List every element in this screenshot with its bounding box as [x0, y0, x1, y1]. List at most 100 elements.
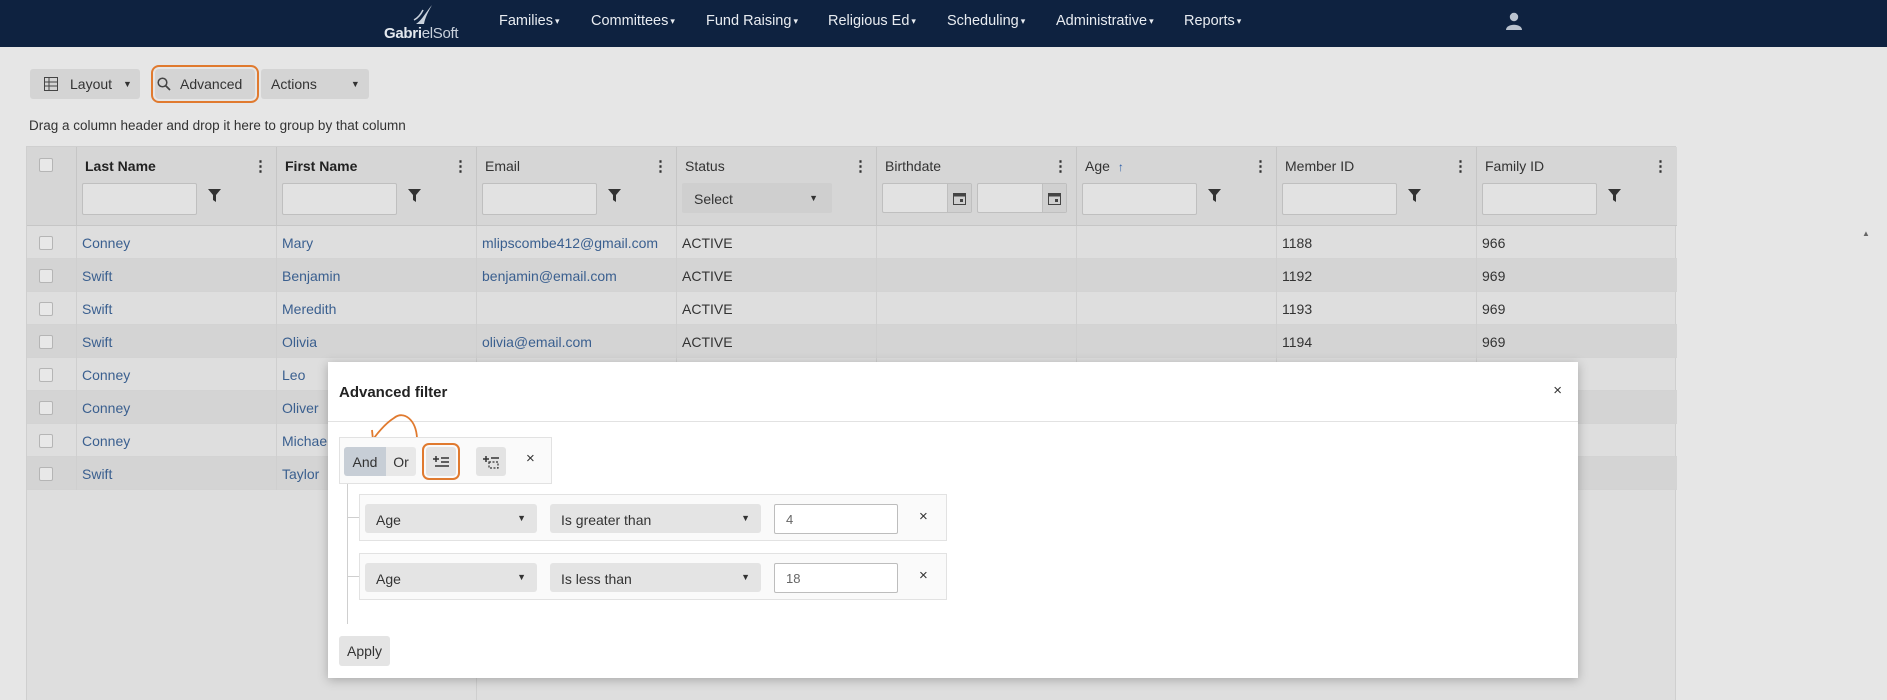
first-name-cell[interactable]: Meredith — [282, 301, 336, 317]
first-name-cell[interactable]: Olivia — [282, 334, 317, 350]
nav-families[interactable]: Families ▾ — [499, 13, 560, 29]
gabrielsoft-logo[interactable]: GabrielSoft — [384, 4, 468, 42]
first-name-filter-input[interactable] — [282, 183, 397, 215]
user-icon[interactable] — [1504, 11, 1524, 31]
row-checkbox[interactable] — [39, 302, 53, 316]
age-filter-input[interactable] — [1082, 183, 1197, 215]
column-menu-icon[interactable]: ⋮ — [653, 157, 668, 175]
last-name-cell[interactable]: Swift — [82, 466, 112, 482]
remove-condition-icon[interactable]: × — [919, 508, 928, 525]
advanced-button[interactable]: Advanced — [151, 65, 259, 103]
nav-fund-raising[interactable]: Fund Raising ▾ — [706, 13, 798, 29]
logic-or-toggle[interactable]: Or — [386, 447, 416, 476]
email-cell[interactable]: mlipscombe412@gmail.com — [482, 235, 658, 251]
add-group-button[interactable] — [476, 447, 506, 476]
last-name-cell[interactable]: Swift — [82, 268, 112, 284]
sort-ascending-icon[interactable]: ↑ — [1118, 160, 1124, 174]
last-name-cell[interactable]: Swift — [82, 301, 112, 317]
column-menu-icon[interactable]: ⋮ — [853, 157, 868, 175]
email-cell[interactable]: olivia@email.com — [482, 334, 592, 350]
nav-administrative[interactable]: Administrative ▾ — [1056, 13, 1154, 29]
remove-group-icon[interactable]: × — [526, 450, 535, 467]
birthdate-to-input[interactable] — [977, 183, 1067, 213]
nav-scheduling[interactable]: Scheduling ▾ — [947, 13, 1025, 29]
filter-icon[interactable] — [1408, 189, 1421, 202]
column-age[interactable]: Age ↑ ⋮ — [1076, 147, 1276, 226]
field-select[interactable]: Age ▼ — [365, 504, 537, 533]
column-last-name[interactable]: Last Name ⋮ — [76, 147, 276, 226]
column-menu-icon[interactable]: ⋮ — [1453, 157, 1468, 175]
last-name-cell[interactable]: Conney — [82, 235, 130, 251]
filter-icon[interactable] — [208, 189, 221, 202]
logic-and-toggle[interactable]: And — [344, 447, 386, 476]
field-select[interactable]: Age ▼ — [365, 563, 537, 592]
member-id-cell: 1188 — [1282, 235, 1313, 251]
member-id-filter-input[interactable] — [1282, 183, 1397, 215]
chevron-down-icon: ▼ — [517, 572, 526, 582]
column-first-name[interactable]: First Name ⋮ — [276, 147, 476, 226]
actions-button[interactable]: Actions ▼ — [261, 69, 369, 99]
calendar-icon[interactable] — [1042, 184, 1066, 212]
first-name-cell[interactable]: Michae — [282, 433, 327, 449]
filter-icon[interactable] — [1208, 189, 1221, 202]
operator-select[interactable]: Is greater than ▼ — [550, 504, 761, 533]
calendar-icon[interactable] — [947, 184, 971, 212]
table-row[interactable]: Swift Benjamin benjamin@email.com ACTIVE… — [27, 259, 1677, 292]
column-menu-icon[interactable]: ⋮ — [453, 157, 468, 175]
first-name-cell[interactable]: Mary — [282, 235, 313, 251]
first-name-cell[interactable]: Benjamin — [282, 268, 340, 284]
table-row[interactable]: Swift Meredith ACTIVE 1193 969 — [27, 292, 1677, 325]
first-name-cell[interactable]: Oliver — [282, 400, 319, 416]
add-expression-button[interactable] — [422, 443, 460, 480]
nav-religious-ed[interactable]: Religious Ed ▾ — [828, 13, 916, 29]
row-checkbox[interactable] — [39, 335, 53, 349]
table-row[interactable]: Swift Olivia olivia@email.com ACTIVE 119… — [27, 325, 1677, 358]
column-family-id[interactable]: Family ID ⋮ — [1476, 147, 1676, 226]
column-birthdate[interactable]: Birthdate ⋮ — [876, 147, 1076, 226]
apply-button[interactable]: Apply — [339, 636, 390, 666]
column-member-id[interactable]: Member ID ⋮ — [1276, 147, 1476, 226]
close-icon[interactable]: × — [1553, 382, 1562, 399]
nav-committees[interactable]: Committees ▾ — [591, 13, 675, 29]
row-checkbox[interactable] — [39, 368, 53, 382]
column-menu-icon[interactable]: ⋮ — [1653, 157, 1668, 175]
operator-select[interactable]: Is less than ▼ — [550, 563, 761, 592]
row-checkbox[interactable] — [39, 269, 53, 283]
row-checkbox[interactable] — [39, 434, 53, 448]
value-input[interactable]: 18 — [774, 563, 898, 593]
first-name-cell[interactable]: Taylor — [282, 466, 319, 482]
chevron-down-icon: ▼ — [809, 193, 818, 203]
layout-button[interactable]: Layout ▼ — [30, 69, 140, 99]
filter-condition: Age ▼ Is less than ▼ 18 × — [359, 553, 947, 600]
last-name-filter-input[interactable] — [82, 183, 197, 215]
row-checkbox[interactable] — [39, 236, 53, 250]
dialog-divider — [328, 421, 1578, 422]
select-all-checkbox[interactable] — [39, 158, 53, 172]
filter-icon[interactable] — [408, 189, 421, 202]
birthdate-from-input[interactable] — [882, 183, 972, 213]
filter-icon[interactable] — [1608, 189, 1621, 202]
last-name-cell[interactable]: Swift — [82, 334, 112, 350]
status-filter-select[interactable]: Select ▼ — [682, 183, 832, 213]
family-id-filter-input[interactable] — [1482, 183, 1597, 215]
row-checkbox[interactable] — [39, 467, 53, 481]
table-row[interactable]: Conney Mary mlipscombe412@gmail.com ACTI… — [27, 226, 1677, 259]
first-name-cell[interactable]: Leo — [282, 367, 305, 383]
family-id-cell: 969 — [1482, 268, 1506, 284]
column-menu-icon[interactable]: ⋮ — [253, 157, 268, 175]
email-cell[interactable]: benjamin@email.com — [482, 268, 617, 284]
column-menu-icon[interactable]: ⋮ — [1253, 157, 1268, 175]
filter-icon[interactable] — [608, 189, 621, 202]
last-name-cell[interactable]: Conney — [82, 367, 130, 383]
value-input[interactable]: 4 — [774, 504, 898, 534]
column-menu-icon[interactable]: ⋮ — [1053, 157, 1068, 175]
column-email[interactable]: Email ⋮ — [476, 147, 676, 226]
last-name-cell[interactable]: Conney — [82, 400, 130, 416]
column-status[interactable]: Status ⋮ Select ▼ — [676, 147, 876, 226]
last-name-cell[interactable]: Conney — [82, 433, 130, 449]
nav-reports[interactable]: Reports ▾ — [1184, 13, 1241, 29]
email-filter-input[interactable] — [482, 183, 597, 215]
remove-condition-icon[interactable]: × — [919, 567, 928, 584]
scroll-up-icon[interactable]: ▲ — [1862, 229, 1870, 238]
row-checkbox[interactable] — [39, 401, 53, 415]
